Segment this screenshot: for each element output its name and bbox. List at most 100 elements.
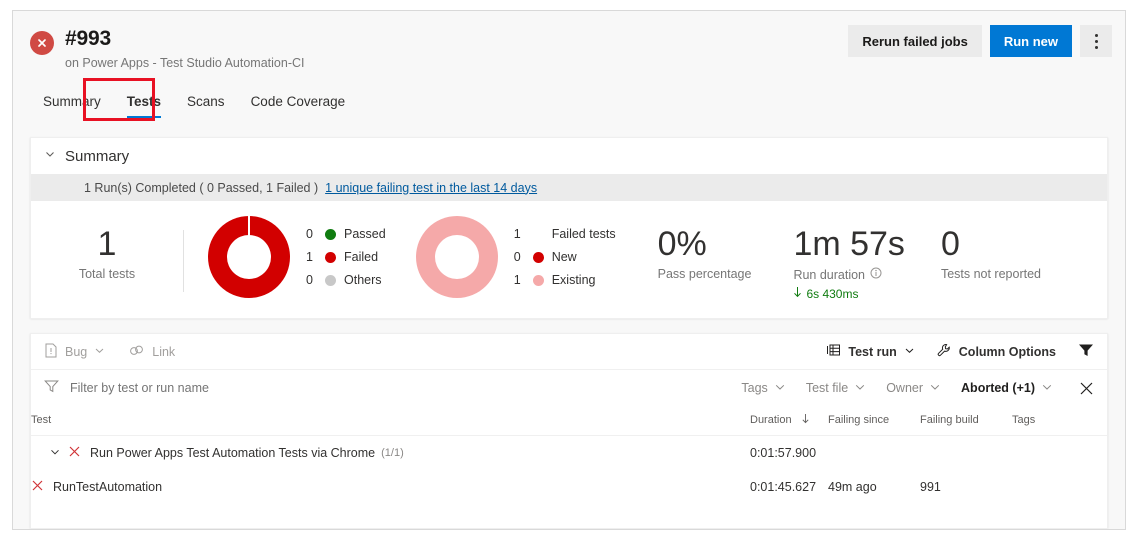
legend-item-failed-tests: 1 Failed tests — [514, 223, 616, 246]
tests-not-reported-caption: Tests not reported — [940, 267, 1041, 281]
column-header-duration[interactable]: Duration — [750, 406, 828, 436]
legend-label-failed-tests: Failed tests — [551, 227, 616, 241]
wrench-icon — [937, 343, 952, 361]
arrow-down-icon — [793, 287, 802, 301]
run-duration-caption-row: Run duration — [793, 267, 905, 282]
summary-banner-text: 1 Run(s) Completed ( 0 Passed, 1 Failed … — [84, 180, 319, 195]
table-row[interactable]: RunTestAutomation 0:01:45.627 49m ago 99… — [31, 470, 1107, 504]
legend-count-failed-tests: 1 — [513, 227, 521, 241]
table-row[interactable]: Run Power Apps Test Automation Tests via… — [31, 436, 1107, 471]
filter-owner-label: Owner — [886, 381, 924, 395]
results-toolbar-right: Test run Column Options — [826, 343, 1094, 361]
filter-tags-label: Tags — [741, 381, 768, 395]
summary-title: Summary — [65, 147, 130, 165]
chevron-down-icon — [854, 381, 866, 396]
test-outcome-donut-chart — [208, 216, 290, 298]
tab-code-coverage[interactable]: Code Coverage — [238, 93, 359, 118]
chevron-down-icon[interactable] — [49, 446, 61, 461]
legend-count-existing: 1 — [513, 273, 521, 287]
metric-run-duration: 1m 57s Run duration 6s 430ms — [793, 216, 905, 301]
legend-label-others: Others — [344, 273, 382, 287]
rerun-failed-jobs-button[interactable]: Rerun failed jobs — [848, 25, 982, 57]
clear-filters-button[interactable] — [1073, 381, 1094, 396]
run-new-button[interactable]: Run new — [989, 25, 1072, 57]
metric-total-tests: 1 Total tests — [31, 216, 183, 281]
filter-toggle-button[interactable] — [1078, 343, 1094, 360]
test-failed-icon — [31, 479, 44, 495]
legend-count-new: 0 — [513, 250, 521, 264]
filter-dropdown-outcome[interactable]: Aborted (+1) — [961, 381, 1053, 396]
test-group-cell: Run Power Apps Test Automation Tests via… — [31, 436, 750, 471]
results-toolbar: Bug Link Test run Column Options — [31, 334, 1107, 370]
tab-scans[interactable]: Scans — [174, 93, 238, 118]
test-group-duration: 0:01:57.900 — [750, 446, 817, 460]
results-toolbar-left: Bug Link — [44, 343, 175, 361]
error-circle-icon — [30, 31, 54, 55]
test-case-tags — [1012, 470, 1107, 504]
column-options-label: Column Options — [958, 344, 1056, 359]
summary-banner: 1 Run(s) Completed ( 0 Passed, 1 Failed … — [31, 174, 1107, 201]
link-button[interactable]: Link — [129, 344, 175, 360]
build-results-page: #993 on Power Apps - Test Studio Automat… — [12, 10, 1126, 530]
tests-not-reported-value: 0 — [940, 225, 960, 263]
legend-count-others: 0 — [306, 273, 313, 287]
tab-bar: Summary Tests Scans Code Coverage — [30, 93, 358, 118]
column-header-tags[interactable]: Tags — [1012, 406, 1107, 436]
failure-type-donut-chart — [415, 216, 498, 298]
test-failed-icon — [68, 445, 81, 461]
info-icon[interactable] — [870, 267, 882, 282]
legend-item-new: 0 New — [514, 246, 616, 269]
filter-dropdown-test-file[interactable]: Test file — [806, 381, 866, 396]
summary-metrics: 1 Total tests 0 Passed 1 Failed 0 Others… — [31, 201, 1107, 301]
legend-dot-failed-icon — [325, 251, 336, 263]
legend-label-new: New — [551, 250, 577, 264]
legend-dot-existing-icon — [532, 274, 544, 286]
sort-descending-icon — [801, 413, 810, 427]
filter-dropdown-owner[interactable]: Owner — [886, 381, 941, 396]
chevron-down-icon — [774, 381, 786, 396]
column-header-failing-since[interactable]: Failing since — [828, 406, 920, 436]
filter-search-area[interactable] — [44, 379, 332, 398]
more-actions-button[interactable] — [1080, 25, 1112, 57]
build-subtitle: on Power Apps - Test Studio Automation-C… — [65, 56, 305, 70]
test-case-name: RunTestAutomation — [53, 480, 163, 494]
legend-dot-passed-icon — [325, 228, 336, 240]
column-options-button[interactable]: Column Options — [937, 343, 1056, 361]
filter-icon — [1078, 343, 1094, 360]
legend-count-passed: 0 — [306, 227, 313, 241]
kebab-dot-icon — [1094, 39, 1098, 43]
summary-section-header[interactable]: Summary — [31, 138, 1107, 174]
unique-failing-test-link[interactable]: 1 unique failing test in the last 14 day… — [325, 181, 537, 195]
test-results-card: Bug Link Test run Column Options Filter … — [30, 333, 1108, 529]
column-header-test[interactable]: Test — [31, 406, 750, 436]
run-duration-caption: Run duration — [793, 267, 866, 282]
run-duration-delta-value: 6s 430ms — [806, 287, 859, 301]
column-header-failing-build[interactable]: Failing build — [920, 406, 1012, 436]
test-case-duration: 0:01:45.627 — [750, 480, 817, 494]
filter-dropdown-tags[interactable]: Tags — [741, 381, 785, 396]
legend-label-existing: Existing — [551, 273, 596, 287]
chevron-down-icon — [94, 345, 105, 359]
failure-type-legend: 1 Failed tests 0 New 1 Existing — [514, 223, 616, 292]
grid-header-row: Test Duration Failing since Failing buil… — [31, 406, 1107, 436]
run-duration-value: 1m 57s — [793, 225, 905, 263]
bug-button[interactable]: Bug — [44, 343, 105, 361]
filter-input[interactable] — [68, 380, 332, 396]
metric-divider — [183, 230, 184, 292]
bug-file-icon — [44, 343, 58, 361]
build-identity: #993 on Power Apps - Test Studio Automat… — [30, 27, 304, 71]
test-run-grouping-button[interactable]: Test run — [826, 343, 914, 360]
filter-outcome-label: Aborted (+1) — [961, 381, 1035, 395]
tab-summary[interactable]: Summary — [30, 93, 114, 118]
test-group-failing-build — [920, 436, 1012, 471]
page-title: #993 — [65, 27, 111, 50]
chevron-down-icon — [929, 381, 941, 396]
metric-tests-not-reported: 0 Tests not reported — [941, 216, 1041, 281]
legend-dot-new-icon — [532, 251, 544, 263]
tab-tests[interactable]: Tests — [114, 93, 174, 118]
test-run-label: Test run — [848, 344, 897, 359]
group-by-icon — [826, 343, 841, 360]
column-header-duration-label: Duration — [750, 413, 792, 426]
bug-label: Bug — [65, 344, 88, 359]
test-outcome-legend: 0 Passed 1 Failed 0 Others — [306, 223, 386, 292]
